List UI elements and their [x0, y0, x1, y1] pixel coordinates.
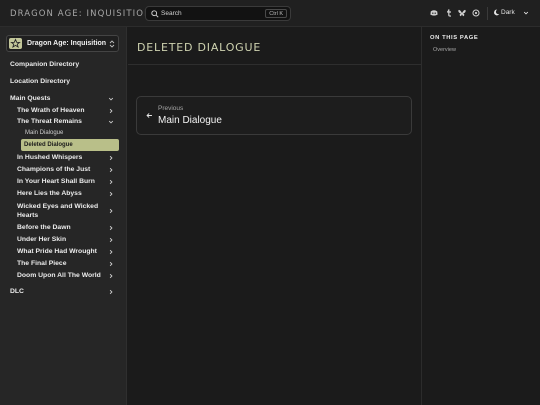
chevron-down-icon — [108, 120, 114, 124]
chevron-right-icon — [109, 273, 113, 279]
moon-icon — [494, 9, 500, 16]
previous-page-link[interactable]: Previous Main Dialogue — [136, 96, 412, 135]
sidebar-item-deleted-dialogue[interactable]: Deleted Dialogue — [21, 139, 119, 151]
arrow-left-icon — [146, 113, 152, 118]
divider — [128, 64, 421, 65]
sidebar-item-label: Deleted Dialogue — [24, 141, 73, 148]
main-content: DELETED DIALOGUE Previous Main Dialogue — [128, 27, 421, 405]
sidebar-group-threat-remains[interactable]: The Threat Remains — [17, 118, 82, 125]
chevron-right-icon — [109, 208, 113, 214]
site-selector[interactable]: Dragon Age: Inquisition — [6, 35, 119, 52]
chevron-right-icon — [109, 179, 113, 185]
chevron-right-icon — [109, 249, 113, 255]
bluesky-icon[interactable] — [458, 9, 466, 17]
sidebar-item-wicked-eyes-and-wicked-hearts[interactable]: Wicked Eyes and Wicked Hearts — [17, 202, 107, 220]
sidebar-group-main-quests[interactable]: Main Quests — [10, 95, 50, 102]
chevron-down-icon — [108, 97, 114, 101]
sidebar-item-doom-upon-all-the-world[interactable]: Doom Upon All The World — [17, 272, 101, 279]
sidebar-item-main-dialogue[interactable]: Main Dialogue — [25, 130, 63, 136]
chevron-updown-icon — [109, 40, 115, 48]
chevron-right-icon — [109, 108, 113, 114]
table-of-contents: ON THIS PAGE Overview — [421, 27, 540, 405]
sidebar-item-wrath-of-heaven[interactable]: The Wrath of Heaven — [17, 107, 84, 114]
sidebar-item-champions-of-the-just[interactable]: Champions of the Just — [17, 166, 90, 173]
chevron-right-icon — [109, 237, 113, 243]
sidebar-item-companion-directory[interactable]: Companion Directory — [10, 61, 79, 68]
sidebar-group-dlc[interactable]: DLC — [10, 288, 24, 295]
page-title: DELETED DIALOGUE — [137, 41, 262, 54]
chevron-down-icon — [523, 11, 529, 15]
chevron-right-icon — [109, 261, 113, 267]
search-shortcut: Ctrl K — [265, 9, 287, 18]
toc-item-overview[interactable]: Overview — [433, 47, 456, 53]
sidebar-item-location-directory[interactable]: Location Directory — [10, 78, 70, 85]
search-input[interactable]: Search Ctrl K — [145, 6, 291, 21]
sidebar-item-before-the-dawn[interactable]: Before the Dawn — [17, 224, 71, 231]
top-bar: DRAGON AGE: INQUISITION Search Ctrl K Da… — [0, 0, 540, 27]
toc-heading: ON THIS PAGE — [430, 35, 479, 41]
tumblr-icon[interactable] — [445, 9, 453, 17]
search-placeholder: Search — [161, 10, 182, 17]
chevron-right-icon — [109, 167, 113, 173]
chevron-right-icon — [109, 225, 113, 231]
header-divider — [487, 7, 488, 20]
sidebar: Dragon Age: Inquisition Companion Direct… — [0, 27, 127, 405]
sidebar-item-the-final-piece[interactable]: The Final Piece — [17, 260, 66, 267]
theme-label: Dark — [501, 9, 515, 16]
chevron-right-icon — [109, 155, 113, 161]
search-icon — [151, 10, 159, 18]
sidebar-item-in-hushed-whispers[interactable]: In Hushed Whispers — [17, 154, 82, 161]
sidebar-item-here-lies-the-abyss[interactable]: Here Lies the Abyss — [17, 190, 82, 197]
site-logo — [9, 38, 22, 49]
sidebar-item-in-your-heart-shall-burn[interactable]: In Your Heart Shall Burn — [17, 178, 95, 185]
site-selector-label: Dragon Age: Inquisition — [27, 40, 107, 47]
site-title[interactable]: DRAGON AGE: INQUISITION — [10, 9, 152, 19]
sidebar-item-under-her-skin[interactable]: Under Her Skin — [17, 236, 66, 243]
previous-title: Main Dialogue — [158, 115, 222, 126]
chevron-right-icon — [109, 289, 113, 295]
sidebar-item-what-pride-had-wrought[interactable]: What Pride Had Wrought — [17, 248, 97, 255]
patreon-icon[interactable] — [472, 9, 480, 17]
discord-icon[interactable] — [430, 9, 438, 17]
star-icon — [10, 38, 21, 48]
previous-label: Previous — [158, 105, 184, 112]
chevron-right-icon — [109, 191, 113, 197]
